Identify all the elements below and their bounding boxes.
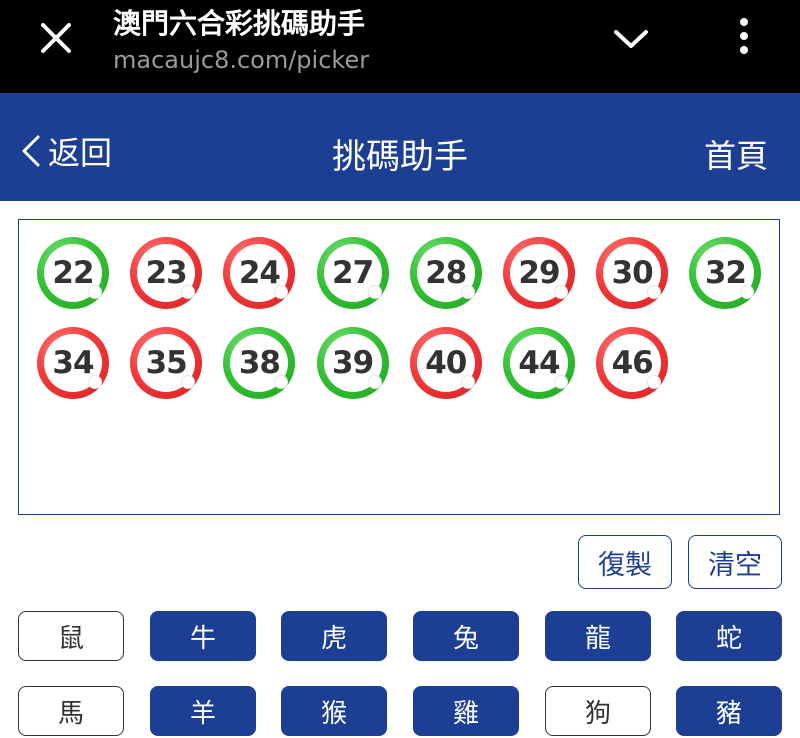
number-ball-label: 29 (518, 255, 560, 291)
number-ball[interactable]: 32 (689, 237, 762, 309)
number-ball-label: 27 (332, 255, 374, 291)
copy-button[interactable]: 復製 (578, 535, 672, 589)
ball-shine (554, 375, 568, 389)
browser-page-title: 澳門六合彩挑碼助手 (113, 7, 366, 40)
ball-shine (88, 375, 102, 389)
ball-shine (460, 285, 475, 299)
number-ball-label: 35 (145, 345, 188, 381)
number-ball[interactable]: 28 (409, 237, 482, 309)
ball-shine (740, 285, 755, 299)
number-ball[interactable]: 35 (130, 327, 203, 399)
zodiac-button[interactable]: 雞 (413, 686, 519, 736)
ball-shine (647, 375, 662, 389)
clear-button[interactable]: 清空 (688, 535, 782, 589)
zodiac-button[interactable]: 豬 (676, 686, 782, 736)
number-ball-label: 32 (704, 255, 747, 291)
ball-shine (367, 285, 382, 299)
number-ball-label: 46 (611, 345, 654, 381)
number-ball[interactable]: 24 (223, 237, 296, 309)
ball-shine (88, 285, 102, 299)
number-ball[interactable]: 29 (503, 237, 575, 309)
number-ball-label: 28 (425, 255, 467, 291)
zodiac-button[interactable]: 鼠 (18, 611, 124, 661)
ball-shine (367, 375, 382, 389)
number-ball-label: 39 (332, 345, 374, 381)
number-ball-label: 22 (52, 255, 94, 291)
chevron-down-icon[interactable] (612, 24, 650, 54)
ball-shine (181, 375, 196, 389)
ball-shine (274, 285, 289, 299)
close-icon[interactable] (36, 18, 76, 58)
more-vertical-icon[interactable] (730, 16, 758, 56)
zodiac-button[interactable]: 猴 (281, 686, 387, 736)
number-ball-label: 40 (425, 345, 467, 381)
number-ball-label: 24 (238, 255, 281, 291)
ball-shine (181, 285, 196, 299)
number-ball[interactable]: 22 (37, 237, 109, 309)
number-ball-label: 38 (238, 345, 281, 381)
number-ball[interactable]: 44 (503, 327, 575, 399)
ball-shine (554, 285, 568, 299)
selected-numbers-panel: 22 23 24 27 28 29 30 32 34 35 38 39 40 44 46 (18, 219, 780, 515)
number-ball-label: 30 (611, 255, 654, 291)
zodiac-button[interactable]: 牛 (150, 611, 256, 661)
number-ball[interactable]: 46 (596, 327, 669, 399)
home-button[interactable]: 首頁 (704, 131, 768, 177)
zodiac-button[interactable]: 蛇 (676, 611, 782, 661)
zodiac-button[interactable]: 狗 (545, 686, 651, 736)
browser-url[interactable]: macaujc8.com/picker (113, 46, 369, 74)
ball-shine (647, 285, 662, 299)
zodiac-button[interactable]: 龍 (545, 611, 651, 661)
page-title: 挑碼助手 (332, 137, 468, 177)
zodiac-button[interactable]: 羊 (150, 686, 256, 736)
zodiac-button[interactable]: 虎 (281, 611, 387, 661)
number-ball[interactable]: 23 (130, 237, 203, 309)
zodiac-button[interactable]: 馬 (18, 686, 124, 736)
number-ball[interactable]: 30 (596, 237, 669, 309)
number-ball-label: 23 (145, 255, 188, 291)
number-ball[interactable]: 39 (316, 327, 389, 399)
number-ball-label: 44 (518, 345, 560, 381)
ball-shine (460, 375, 475, 389)
number-ball[interactable]: 38 (223, 327, 296, 399)
number-ball-label: 34 (52, 345, 94, 381)
app-header: 返回 挑碼助手 首頁 (0, 93, 800, 201)
ball-shine (274, 375, 289, 389)
number-ball[interactable]: 34 (37, 327, 109, 399)
number-ball[interactable]: 27 (316, 237, 389, 309)
zodiac-button[interactable]: 兔 (413, 611, 519, 661)
browser-top-bar: 澳門六合彩挑碼助手 macaujc8.com/picker (0, 0, 800, 93)
number-ball[interactable]: 40 (409, 327, 482, 399)
